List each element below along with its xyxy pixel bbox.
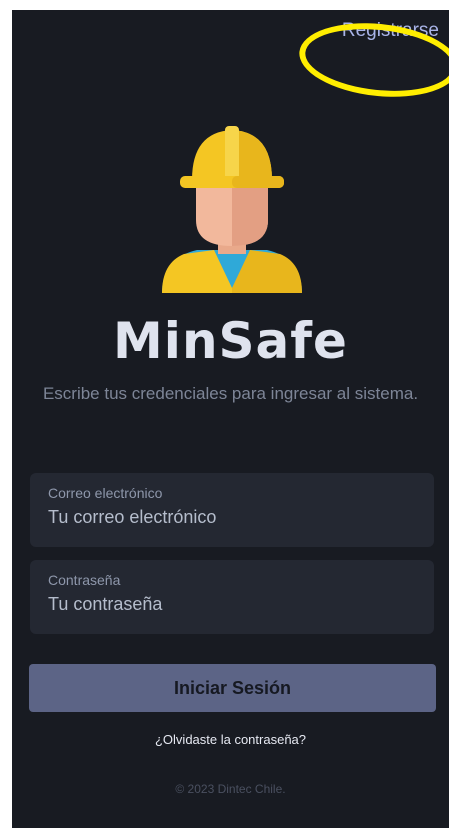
password-field[interactable]: Contraseña Tu contraseña: [30, 560, 434, 634]
login-screen: Registrarse MinSafe Escribe tus credenci…: [12, 10, 449, 828]
password-input[interactable]: Tu contraseña: [48, 594, 416, 615]
worker-avatar-icon: [162, 126, 302, 293]
register-link[interactable]: Registrarse: [342, 20, 439, 42]
email-field-label: Correo electrónico: [48, 485, 163, 501]
app-name: MinSafe: [113, 312, 348, 370]
forgot-password-link[interactable]: ¿Olvidaste la contraseña?: [12, 732, 449, 747]
email-input[interactable]: Tu correo electrónico: [48, 507, 416, 528]
login-button[interactable]: Iniciar Sesión: [29, 664, 436, 712]
login-subtitle: Escribe tus credenciales para ingresar a…: [42, 384, 419, 403]
email-field[interactable]: Correo electrónico Tu correo electrónico: [30, 473, 434, 547]
copyright-footer: © 2023 Dintec Chile.: [175, 782, 286, 796]
password-field-label: Contraseña: [48, 572, 121, 588]
